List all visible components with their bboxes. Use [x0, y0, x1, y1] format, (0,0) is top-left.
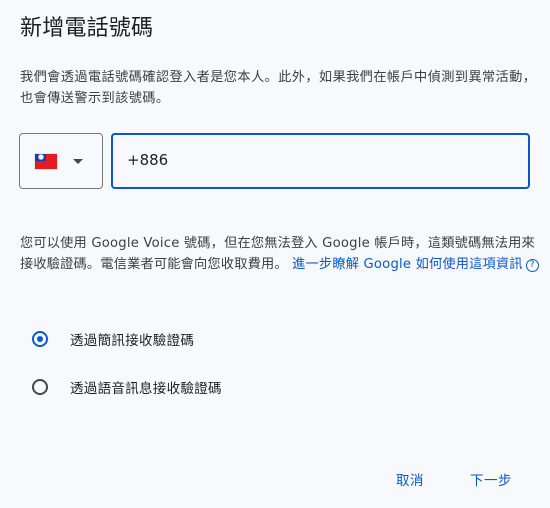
phone-number-input[interactable] — [127, 151, 528, 169]
sms-option-label: 透過簡訊接收驗證碼 — [70, 333, 195, 349]
cancel-button[interactable]: 取消 — [384, 466, 436, 496]
voice-radio-button[interactable] — [32, 379, 48, 395]
google-voice-info: 您可以使用 Google Voice 號碼，但在您無法登入 Google 帳戶時… — [20, 233, 540, 275]
country-code-select[interactable] — [19, 133, 103, 189]
taiwan-flag-icon — [35, 153, 57, 169]
help-circle-icon[interactable]: ? — [525, 259, 539, 272]
sms-radio-button[interactable] — [32, 331, 48, 347]
chevron-down-icon — [73, 158, 83, 164]
sms-option[interactable]: 透過簡訊接收驗證碼 — [30, 329, 194, 349]
voice-option[interactable]: 透過語音訊息接收驗證碼 — [30, 377, 222, 397]
learn-more-link[interactable]: 進一步瞭解 Google 如何使用這項資訊 — [292, 257, 523, 272]
next-button[interactable]: 下一步 — [458, 466, 524, 496]
dialog-title: 新增電話號碼 — [20, 16, 154, 41]
voice-option-label: 透過語音訊息接收驗證碼 — [70, 381, 222, 397]
dialog-description: 我們會透過電話號碼確認登入者是您本人。此外，如果我們在帳戶中偵測到異常活動，也會… — [20, 70, 537, 106]
phone-number-field[interactable] — [111, 133, 530, 189]
add-phone-dialog: 新增電話號碼 我們會透過電話號碼確認登入者是您本人。此外，如果我們在帳戶中偵測到… — [0, 0, 550, 508]
